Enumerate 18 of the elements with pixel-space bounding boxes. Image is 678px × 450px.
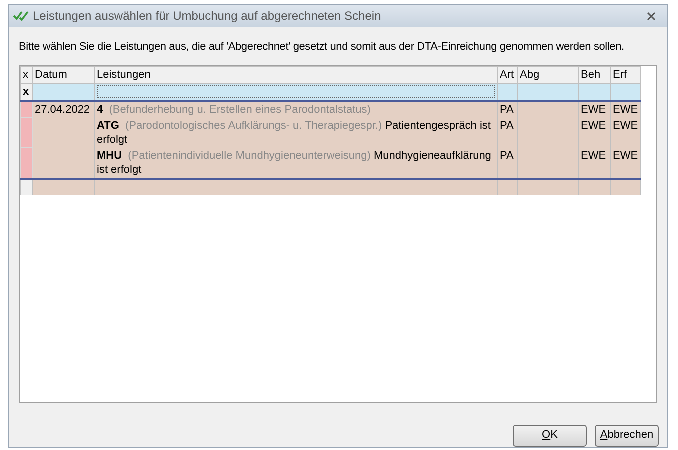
checkmarks-icon (13, 10, 29, 22)
filter-marker: x (20, 83, 32, 100)
filter-input[interactable] (97, 84, 495, 98)
instruction-text: Bitte wählen Sie die Leistungen aus, die auf 'Abgerechnet' gesetzt und somit aus der DTA-Einreichung genommen werden sollen. (19, 40, 626, 55)
column-header[interactable]: Erf (610, 66, 641, 83)
window-title: Leistungen auswählen für Umbuchung auf abgerechneten Schein (33, 8, 382, 25)
column-header[interactable]: Abg (518, 66, 578, 83)
column-header[interactable]: Beh (578, 66, 610, 83)
close-icon (646, 12, 656, 20)
column-header[interactable]: x (20, 66, 32, 83)
service-text: 4 (Befunderhebung u. Erstellen eines Parodontalstatus) (97, 104, 371, 116)
column-header[interactable]: Datum (32, 66, 94, 83)
service-text: MHU (Patientenindividuelle Mundhygieneunterweisung) Mundhygieneaufklärung ist erfolgt (97, 150, 492, 176)
column-header[interactable]: Art (498, 66, 518, 83)
ok-button[interactable]: OK (513, 424, 587, 446)
column-header[interactable]: Leistungen (94, 66, 498, 83)
cancel-button[interactable]: Abbrechen (595, 424, 659, 446)
service-text: ATG (Parodontologisches Aufklärungs- u. Therapiegespr.) Patientengespräch ist erfolgt (97, 120, 491, 146)
